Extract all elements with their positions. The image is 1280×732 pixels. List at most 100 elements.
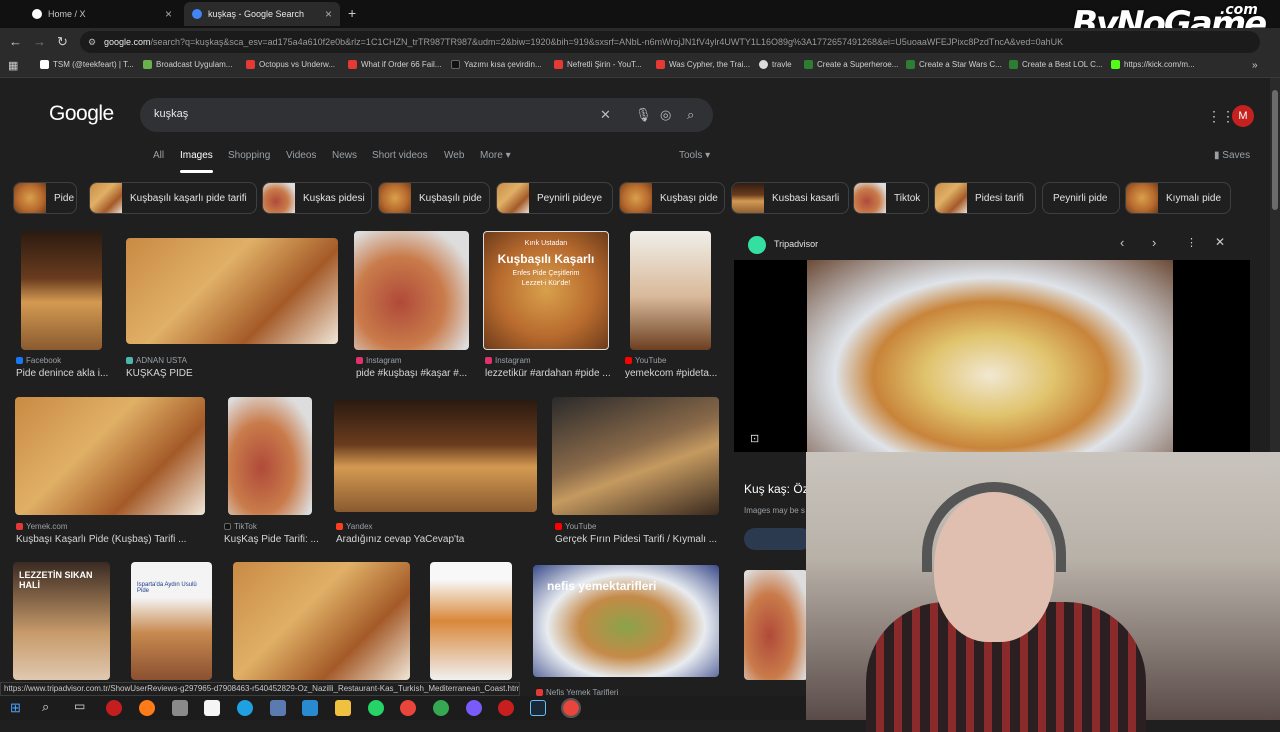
chip[interactable]: Kuşbaşı pide: [619, 182, 725, 214]
tab-images[interactable]: Images: [180, 150, 213, 173]
more-bookmarks-icon[interactable]: »: [1252, 60, 1258, 71]
image-result[interactable]: [126, 238, 338, 344]
tab-home-x[interactable]: Home / X ×: [24, 2, 180, 26]
bookmark-item[interactable]: travle: [759, 60, 792, 69]
bookmark-item[interactable]: Create a Star Wars C...: [906, 60, 1002, 69]
tab-shopping[interactable]: Shopping: [228, 150, 270, 161]
result-caption[interactable]: lezzetikür #ardahan #pide ...: [485, 368, 610, 379]
preview-image[interactable]: [807, 260, 1173, 452]
close-icon[interactable]: ×: [325, 7, 332, 21]
chip[interactable]: Kuşbaşılı kaşarlı pide tarifi: [89, 182, 257, 214]
chip[interactable]: Kuşkas pidesi: [262, 182, 372, 214]
camera-lens-icon[interactable]: ⊡: [750, 432, 759, 445]
result-caption[interactable]: KUŞKAŞ PİDE: [126, 368, 326, 379]
app-icon[interactable]: [498, 700, 514, 716]
chip[interactable]: Peynirli pideye: [496, 182, 613, 214]
related-image[interactable]: [744, 570, 808, 680]
bookmark-item[interactable]: Broadcast Uygulam...: [143, 60, 232, 69]
tab-more[interactable]: More ▾: [480, 150, 511, 161]
tab-all[interactable]: All: [153, 150, 164, 161]
bookmark-item[interactable]: Octopus vs Underw...: [246, 60, 335, 69]
google-logo[interactable]: Google: [49, 102, 114, 126]
bookmark-item[interactable]: Yazımı kısa çevirdin...: [451, 60, 542, 69]
chrome-icon[interactable]: [561, 698, 581, 718]
chip[interactable]: Kıymalı pide: [1125, 182, 1231, 214]
bookmark-item[interactable]: TSM (@teekfeart) | T...: [40, 60, 134, 69]
app-icon[interactable]: [172, 700, 188, 716]
app-icon[interactable]: [302, 700, 318, 716]
store-icon[interactable]: [204, 700, 220, 716]
bookmark-item[interactable]: Create a Superheroe...: [804, 60, 898, 69]
search-box[interactable]: kuşkaş ✕ 🎙 ◎ ⌕: [140, 98, 713, 132]
chip[interactable]: Pide: [13, 182, 77, 214]
result-caption[interactable]: yemekcom #pideta...: [625, 368, 717, 379]
result-caption[interactable]: KuşKaş Pide Tarifi: ...: [224, 534, 320, 545]
result-caption[interactable]: Gerçek Fırın Pidesi Tarifi / Kıymalı ...: [555, 534, 725, 545]
tab-news[interactable]: News: [332, 150, 357, 161]
chip[interactable]: Peynirli pide: [1042, 182, 1120, 214]
visit-button[interactable]: [744, 528, 812, 550]
chrome-icon[interactable]: [400, 700, 416, 716]
url-field[interactable]: ⚙ google.com/search?q=kuşkaş&sca_esv=ad1…: [80, 31, 1260, 53]
tools-button[interactable]: Tools ▾: [679, 150, 710, 161]
bookmark-item[interactable]: Create a Best LOL C...: [1009, 60, 1103, 69]
image-result[interactable]: [228, 397, 312, 515]
image-result[interactable]: Isparta'da Aydın Usulü Pide: [131, 562, 212, 680]
panel-title[interactable]: Kuş kaş: Öz: [744, 482, 809, 496]
task-view-icon[interactable]: ▭: [74, 699, 85, 713]
chip[interactable]: Kusbasi kasarli: [731, 182, 849, 214]
forward-icon[interactable]: →: [33, 34, 46, 49]
apps-grid-icon[interactable]: ▦: [8, 59, 18, 72]
back-icon[interactable]: ←: [9, 34, 22, 49]
image-result[interactable]: [552, 397, 719, 515]
panel-source[interactable]: Tripadvisor: [774, 239, 818, 249]
new-tab-button[interactable]: +: [348, 5, 356, 21]
image-result[interactable]: [21, 231, 102, 350]
site-info-icon[interactable]: ⚙: [88, 31, 96, 53]
windows-start-icon[interactable]: ⊞: [10, 700, 21, 716]
edge-icon[interactable]: [237, 700, 253, 716]
saves-button[interactable]: ▮ Saves: [1214, 150, 1250, 161]
result-caption[interactable]: Aradığınız cevap YaCevap'ta: [336, 534, 536, 545]
result-caption[interactable]: pide #kuşbaşı #kaşar #...: [356, 368, 471, 379]
whatsapp-icon[interactable]: [368, 700, 384, 716]
result-caption[interactable]: Pide denince akla i...: [16, 368, 112, 379]
image-result[interactable]: nefis yemektarifleri: [533, 565, 719, 677]
opera-icon[interactable]: [106, 700, 122, 716]
camera-lens-icon[interactable]: ◎: [660, 107, 671, 123]
bookmark-item[interactable]: Was Cypher, the Trai...: [656, 60, 750, 69]
close-icon[interactable]: ×: [165, 7, 172, 21]
close-icon[interactable]: ✕: [600, 107, 611, 123]
image-result[interactable]: LEZZETİN SIKAN HALİ: [13, 562, 110, 680]
apps-grid-icon[interactable]: ⋮⋮: [1207, 108, 1235, 125]
bookmark-item[interactable]: Nefretli Şirin - YouT...: [554, 60, 642, 69]
chrome-icon[interactable]: [433, 700, 449, 716]
chip[interactable]: Pidesi tarifi: [934, 182, 1036, 214]
search-input[interactable]: kuşkaş: [154, 108, 188, 120]
image-result[interactable]: [233, 562, 410, 680]
steam-icon[interactable]: [530, 700, 546, 716]
chevron-right-icon[interactable]: ›: [1152, 235, 1156, 250]
result-caption[interactable]: Kuşbaşı Kaşarlı Pide (Kuşbaş) Tarifi ...: [16, 534, 206, 545]
search-icon[interactable]: ⌕: [687, 107, 694, 123]
tab-web[interactable]: Web: [444, 150, 464, 161]
tab-videos[interactable]: Videos: [286, 150, 316, 161]
image-result[interactable]: [15, 397, 205, 515]
image-result[interactable]: [334, 400, 537, 512]
reload-icon[interactable]: ↻: [57, 34, 68, 50]
bookmark-item[interactable]: What if Order 66 Fail...: [348, 60, 441, 69]
more-options-icon[interactable]: ⋮: [1186, 236, 1197, 249]
image-result[interactable]: [630, 231, 711, 350]
chip[interactable]: Tiktok: [853, 182, 929, 214]
app-icon[interactable]: [270, 700, 286, 716]
chip[interactable]: Kuşbaşılı pide: [378, 182, 490, 214]
image-result[interactable]: [354, 231, 469, 350]
tab-google-search[interactable]: kuşkaş - Google Search ×: [184, 2, 340, 26]
image-result[interactable]: Kırık Ustadan Kuşbaşılı Kaşarlı Enfes Pi…: [483, 231, 609, 350]
firefox-icon[interactable]: [139, 700, 155, 716]
file-explorer-icon[interactable]: [335, 700, 351, 716]
bookmark-item[interactable]: https://kick.com/m...: [1111, 60, 1195, 69]
close-icon[interactable]: ✕: [1215, 235, 1225, 249]
scrollbar-thumb[interactable]: [1272, 90, 1278, 210]
avatar[interactable]: M: [1232, 105, 1254, 127]
